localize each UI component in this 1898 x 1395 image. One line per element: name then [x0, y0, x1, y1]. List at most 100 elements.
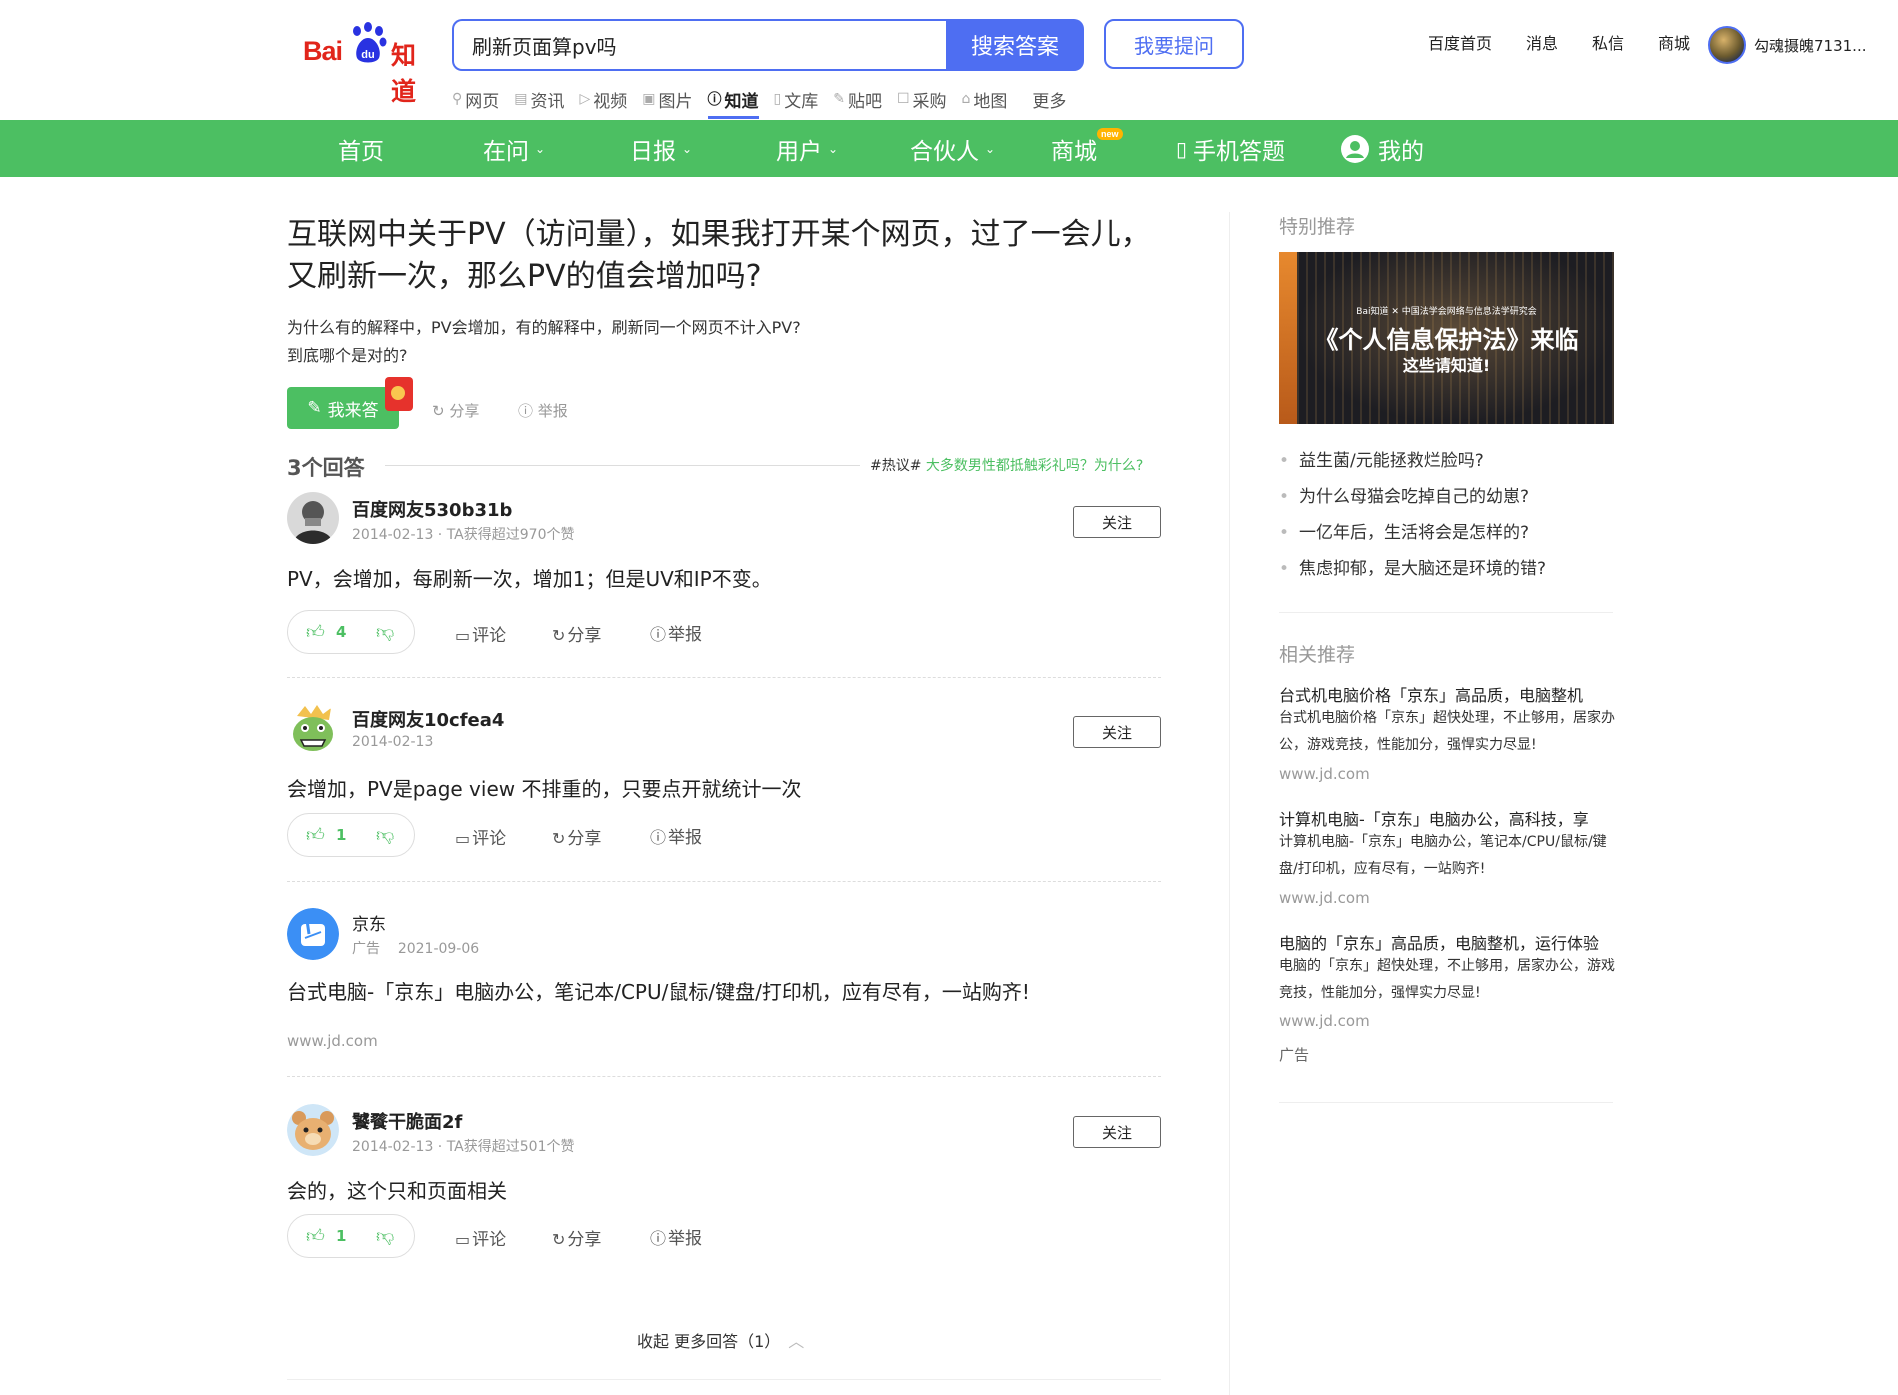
recommend-item[interactable]: • 为什么母猫会吃掉自己的幼崽? — [1279, 482, 1529, 507]
tab-label: 地图 — [973, 91, 1008, 112]
comment-button[interactable]: ▭ 评论 — [455, 1225, 506, 1250]
nav-daily[interactable]: 日报 ⌄ — [630, 120, 692, 177]
tab-tieba[interactable]: ✎ 贴吧 — [833, 85, 882, 113]
alert-icon: ⓘ — [650, 1229, 667, 1248]
related-ad-url[interactable]: www.jd.com — [1279, 1012, 1370, 1030]
report-label: 举报 — [668, 828, 703, 848]
search-input[interactable]: 刷新页面算pv吗 — [452, 19, 946, 71]
ad-text[interactable]: 台式电脑-「京东」电脑办公，笔记本/CPU/鼠标/键盘/打印机，应有尽有，一站购… — [287, 976, 1030, 1005]
hot-topic-link[interactable]: 大多数男性都抵触彩礼吗？为什么? — [926, 458, 1143, 474]
video-icon: ▷ — [579, 91, 591, 107]
thumbs-up-icon[interactable]: 👍︎ — [306, 621, 325, 643]
top-header: Bai du 知道 刷新页面算pv吗 搜索答案 我要提问 百度首页 消息 私信 … — [0, 0, 1898, 120]
ask-question-button[interactable]: 我要提问 — [1104, 19, 1244, 69]
related-ad-title[interactable]: 台式机电脑价格「京东」高品质，电脑整机 — [1279, 682, 1615, 706]
ad-advertiser-name[interactable]: 京东 — [352, 910, 386, 935]
tab-web[interactable]: ⚲ 网页 — [452, 85, 499, 113]
collapse-more-answers[interactable]: 收起 更多回答（1） ︿ — [637, 1328, 804, 1352]
tab-image[interactable]: ▣ 图片 — [642, 85, 692, 113]
follow-button[interactable]: 关注 — [1073, 1116, 1161, 1148]
user-name[interactable]: 勾魂摄魄7131... — [1754, 35, 1866, 56]
related-ad-url[interactable]: www.jd.com — [1279, 889, 1370, 907]
chevron-down-icon: ⌄ — [828, 141, 839, 156]
thumbs-up-icon[interactable]: 👍︎ — [306, 1225, 325, 1247]
nav-users[interactable]: 用户 ⌄ — [776, 120, 838, 177]
related-ad-title[interactable]: 计算机电脑-「京东」电脑办公，高科技，享 — [1279, 806, 1615, 830]
report-button[interactable]: ⓘ 举报 — [650, 1224, 702, 1249]
report-label: 举报 — [668, 625, 703, 645]
tab-more[interactable]: 更多 — [1032, 85, 1066, 113]
nav-mall[interactable]: 商城 — [1051, 120, 1097, 177]
thumbs-down-icon[interactable]: 👎︎ — [376, 1225, 394, 1247]
comment-icon: ▭ — [455, 829, 471, 848]
link-messages[interactable]: 消息 — [1526, 30, 1558, 54]
thumbs-down-icon[interactable]: 👎︎ — [376, 621, 394, 643]
ad-url[interactable]: www.jd.com — [287, 1032, 378, 1050]
question-report-link[interactable]: ⓘ 举报 — [518, 400, 568, 421]
user-menu[interactable]: 勾魂摄魄7131... — [1708, 26, 1866, 64]
share-button[interactable]: ↻ 分享 — [552, 824, 601, 849]
tab-label: 视频 — [593, 91, 628, 112]
divider — [1279, 612, 1613, 613]
avatar[interactable] — [287, 702, 339, 754]
thumbs-up-icon[interactable]: 👍︎ — [306, 824, 325, 846]
comment-button[interactable]: ▭ 评论 — [455, 824, 506, 849]
follow-button[interactable]: 关注 — [1073, 716, 1161, 748]
share-icon: ↻ — [552, 626, 566, 645]
thumbs-down-icon[interactable]: 👎︎ — [376, 824, 394, 846]
recommend-label: 益生菌/元能拯救烂脸吗? — [1299, 451, 1484, 471]
follow-button[interactable]: 关注 — [1073, 506, 1161, 538]
nav-partners[interactable]: 合伙人 ⌄ — [910, 120, 995, 177]
report-button[interactable]: ⓘ 举报 — [650, 620, 702, 645]
tieba-icon: ✎ — [833, 91, 845, 107]
report-button[interactable]: ⓘ 举报 — [650, 823, 702, 848]
nav-mine[interactable]: 我的 — [1340, 120, 1424, 177]
baidu-zhidao-logo[interactable]: Bai du 知道 — [303, 22, 433, 106]
jd-avatar[interactable] — [287, 908, 339, 960]
tab-zhidao[interactable]: ⓘ 知道 — [707, 85, 759, 119]
answerer-name[interactable]: 饕餮干脆面2f — [352, 1108, 462, 1134]
question-share-link[interactable]: ↻ 分享 — [432, 400, 479, 421]
related-ad-url[interactable]: www.jd.com — [1279, 765, 1370, 783]
share-button[interactable]: ↻ 分享 — [552, 1225, 601, 1250]
link-baidu-home[interactable]: 百度首页 — [1428, 30, 1492, 54]
tab-news[interactable]: ▤ 资讯 — [514, 85, 564, 113]
avatar[interactable] — [1708, 26, 1746, 64]
bullet-icon: • — [1279, 487, 1290, 507]
answer-button[interactable]: ✎ 我来答 — [287, 387, 399, 429]
search-answer-button[interactable]: 搜索答案 — [946, 19, 1084, 71]
zhidao-main-nav: 首页 在问 ⌄ 日报 ⌄ 用户 ⌄ 合伙人 ⌄ 商城 ▯ 手机答题 我的 — [0, 120, 1898, 177]
avatar[interactable] — [287, 492, 339, 544]
tab-video[interactable]: ▷ 视频 — [580, 85, 628, 113]
answer-text: PV，会增加，每刷新一次，增加1；但是UV和IP不变。 — [287, 567, 772, 591]
alert-icon: ⓘ — [650, 625, 667, 644]
answer-text: 会的，这个只和页面相关 — [287, 1179, 507, 1203]
tab-map[interactable]: ⌂ 地图 — [962, 85, 1008, 113]
answerer-name[interactable]: 百度网友10cfea4 — [352, 706, 504, 732]
nav-mobile-answer[interactable]: ▯ 手机答题 — [1176, 120, 1285, 177]
comment-button[interactable]: ▭ 评论 — [455, 621, 506, 646]
banner-line1: Bai知道 ✕ 中国法学会网络与信息法学研究会 — [1356, 307, 1537, 317]
tab-purchase[interactable]: ☐ 采购 — [897, 85, 947, 113]
recommend-item[interactable]: • 益生菌/元能拯救烂脸吗? — [1279, 446, 1484, 471]
chevron-down-icon: ⌄ — [535, 141, 546, 156]
tab-wenku[interactable]: ▯ 文库 — [774, 85, 819, 113]
nav-home[interactable]: 首页 — [338, 120, 384, 177]
divider — [287, 1379, 1161, 1380]
share-button[interactable]: ↻ 分享 — [552, 621, 601, 646]
link-private-messages[interactable]: 私信 — [1592, 30, 1624, 54]
avatar[interactable] — [287, 1104, 339, 1156]
tab-label: 采购 — [912, 91, 947, 112]
vote-box: 👍︎ 1 👎︎ — [287, 1214, 415, 1258]
recommend-item[interactable]: • 焦虑抑郁，是大脑还是环境的错? — [1279, 554, 1546, 579]
related-ad-title[interactable]: 电脑的「京东」高品质，电脑整机，运行体验 — [1279, 930, 1615, 954]
comment-icon: ▭ — [455, 1230, 471, 1249]
nav-asking[interactable]: 在问 ⌄ — [483, 120, 545, 177]
bullet-icon: • — [1279, 559, 1290, 579]
answer-meta: 2014-02-13 · TA获得超过501个赞 — [352, 1139, 575, 1155]
answerer-name[interactable]: 百度网友530b31b — [352, 496, 512, 522]
promo-banner[interactable]: Bai知道 ✕ 中国法学会网络与信息法学研究会 《个人信息保护法》来临 这些请知… — [1279, 252, 1614, 424]
baidu-paw-icon: du — [353, 22, 387, 63]
link-mall[interactable]: 商城 — [1658, 30, 1690, 54]
recommend-item[interactable]: • 一亿年后，生活将会是怎样的? — [1279, 518, 1529, 543]
